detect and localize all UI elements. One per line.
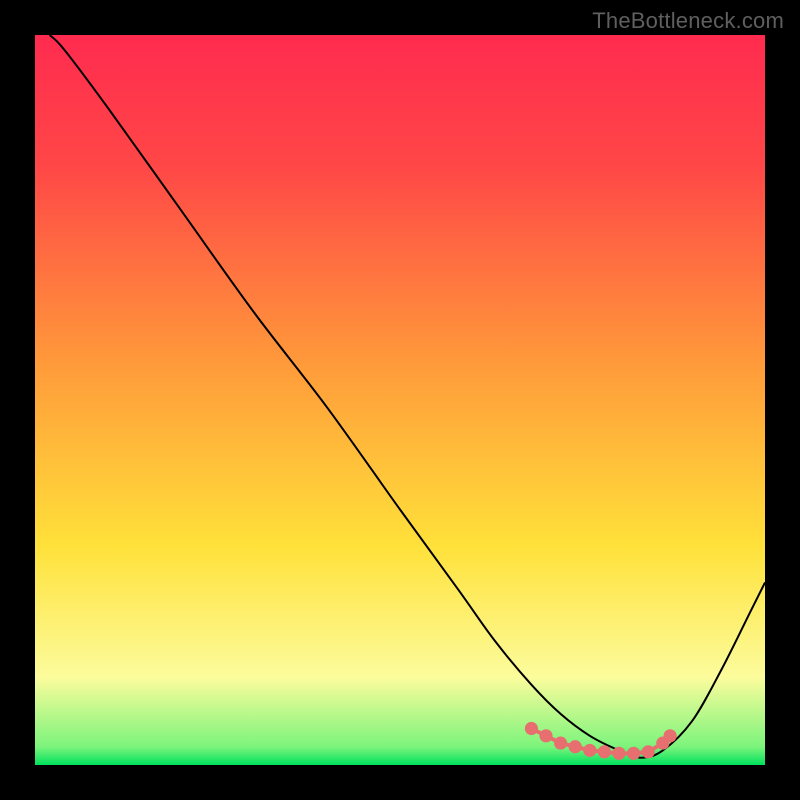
marker-dot [539, 729, 552, 742]
marker-dot [554, 737, 567, 750]
marker-dot [627, 747, 640, 760]
watermark-text: TheBottleneck.com [592, 8, 784, 34]
marker-dot [525, 722, 538, 735]
bottleneck-curve [50, 35, 765, 758]
plot-area [35, 35, 765, 765]
marker-dot [612, 747, 625, 760]
marker-dot [664, 729, 677, 742]
marker-dot [583, 744, 596, 757]
curve-layer [35, 35, 765, 765]
marker-dot [598, 745, 611, 758]
chart-frame: TheBottleneck.com [0, 0, 800, 800]
marker-dot [569, 740, 582, 753]
marker-dot [642, 745, 655, 758]
